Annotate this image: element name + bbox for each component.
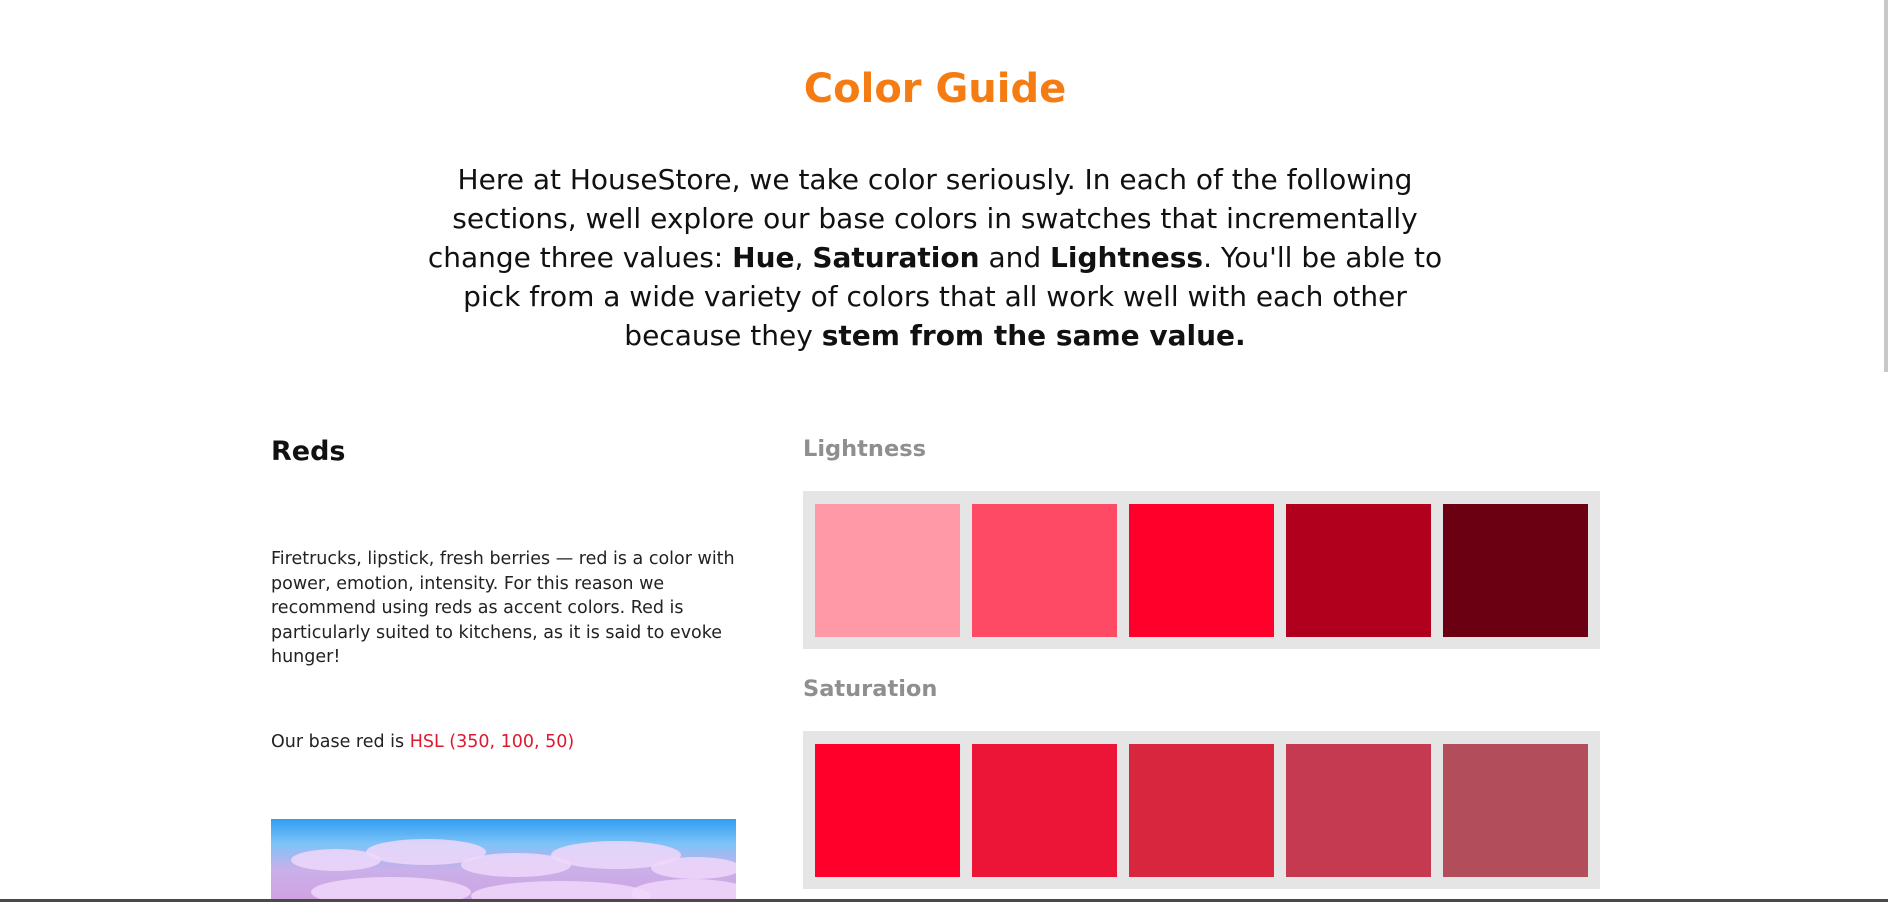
saturation-swatch-2[interactable]: [972, 744, 1117, 877]
lightness-swatch-5[interactable]: [1443, 504, 1588, 637]
lightness-label: Lightness: [803, 436, 926, 462]
reds-heading: Reds: [271, 436, 346, 467]
lightness-swatch-3[interactable]: [1129, 504, 1274, 637]
scrollbar[interactable]: [1884, 0, 1888, 372]
lightness-swatch-panel: [803, 491, 1600, 649]
intro-comma: ,: [794, 241, 804, 274]
lightness-swatch-4[interactable]: [1286, 504, 1431, 637]
intro-saturation: Saturation: [812, 241, 980, 274]
intro-and: and: [979, 241, 1051, 274]
intro-stem: stem from the same value.: [821, 319, 1246, 352]
saturation-swatch-5[interactable]: [1443, 744, 1588, 877]
reds-description: Firetrucks, lipstick, fresh berries — re…: [271, 549, 735, 667]
page-title: Color Guide: [803, 66, 1067, 112]
lightness-swatch-2[interactable]: [972, 504, 1117, 637]
intro-paragraph: Here at HouseStore, we take color seriou…: [404, 160, 1466, 355]
saturation-swatch-1[interactable]: [815, 744, 960, 877]
intro-lightness: Lightness: [1050, 241, 1204, 274]
base-red-text: Our base red is HSL (350, 100, 50): [271, 732, 574, 752]
saturation-swatch-panel: [803, 731, 1600, 889]
intro-hue: Hue: [732, 241, 795, 274]
base-red-hsl-value: HSL (350, 100, 50): [409, 732, 575, 752]
sky-photo: [271, 819, 736, 902]
saturation-label: Saturation: [803, 676, 938, 702]
saturation-swatch-4[interactable]: [1286, 744, 1431, 877]
base-red-prefix: Our base red is: [271, 732, 410, 752]
lightness-swatch-1[interactable]: [815, 504, 960, 637]
saturation-swatch-3[interactable]: [1129, 744, 1274, 877]
